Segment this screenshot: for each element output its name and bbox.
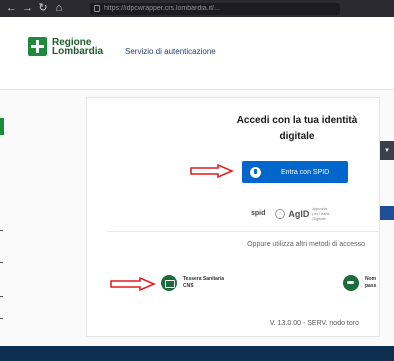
url-text: https://idpcwrapper.crs.lombardia.it/... — [104, 5, 220, 12]
right-blue-tab — [380, 206, 394, 220]
provider-logos: spid AgID Agenzia per l'Italia Digitale — [251, 206, 332, 221]
page-footer — [0, 346, 394, 361]
login-card: Accedi con la tua identità digitale Entr… — [86, 97, 380, 337]
health-card-icon — [161, 275, 177, 291]
divider — [107, 231, 379, 232]
logo-line-2: Lombardia — [52, 45, 104, 57]
key-icon — [343, 275, 359, 291]
spid-login-button[interactable]: Entra con SPID — [242, 161, 348, 183]
site-header: Regione Lombardia Servizio di autenticaz… — [0, 17, 394, 90]
spid-logo: spid — [251, 210, 266, 217]
left-tick — [0, 262, 3, 263]
agid-logo-text: AgID — [288, 208, 310, 219]
left-tick — [0, 296, 3, 297]
browser-toolbar: ← → ↻ ⌂ https://idpcwrapper.crs.lombardi… — [0, 0, 394, 17]
agid-subtext: Agenzia per l'Italia Digitale — [312, 206, 330, 221]
version-text: V. 13.0.00 - SERV. nodo toro — [269, 320, 359, 327]
back-icon[interactable]: ← — [6, 0, 17, 17]
left-tick — [0, 318, 3, 319]
lock-icon — [94, 5, 100, 12]
regione-lombardia-logo[interactable]: Regione Lombardia — [28, 37, 103, 56]
agid-logo: AgID Agenzia per l'Italia Digitale — [275, 206, 332, 221]
other-label-line-2: pass — [365, 283, 377, 289]
alt-methods-text: Oppure utilizza altri metodi di accesso — [247, 241, 365, 248]
red-arrow-icon — [110, 277, 156, 291]
home-icon[interactable]: ⌂ — [54, 0, 64, 17]
cns-label-line-1: Tessera Sanitaria — [183, 276, 225, 282]
left-tick — [0, 230, 3, 231]
cns-label-line-2: CNS — [183, 283, 194, 289]
other-label-line-1: Nom — [365, 276, 377, 282]
lombardia-rose-icon — [28, 37, 47, 56]
cns-login-button[interactable]: Tessera Sanitaria CNS — [161, 275, 224, 291]
card-title: Accedi con la tua identità digitale — [236, 115, 358, 142]
address-bar[interactable]: https://idpcwrapper.crs.lombardia.it/... — [90, 2, 340, 15]
agid-circle-icon — [275, 208, 286, 219]
red-arrow-icon — [190, 164, 234, 178]
left-green-tab — [0, 118, 4, 135]
spid-button-label: Entra con SPID — [281, 168, 330, 176]
service-title: Servizio di autenticazione — [125, 47, 216, 56]
other-login-button[interactable]: Nom pass — [343, 275, 376, 291]
right-dark-tab: ▾ — [380, 141, 394, 160]
reload-icon[interactable]: ↻ — [38, 0, 48, 17]
forward-icon[interactable]: → — [22, 0, 33, 17]
user-icon — [250, 166, 261, 178]
